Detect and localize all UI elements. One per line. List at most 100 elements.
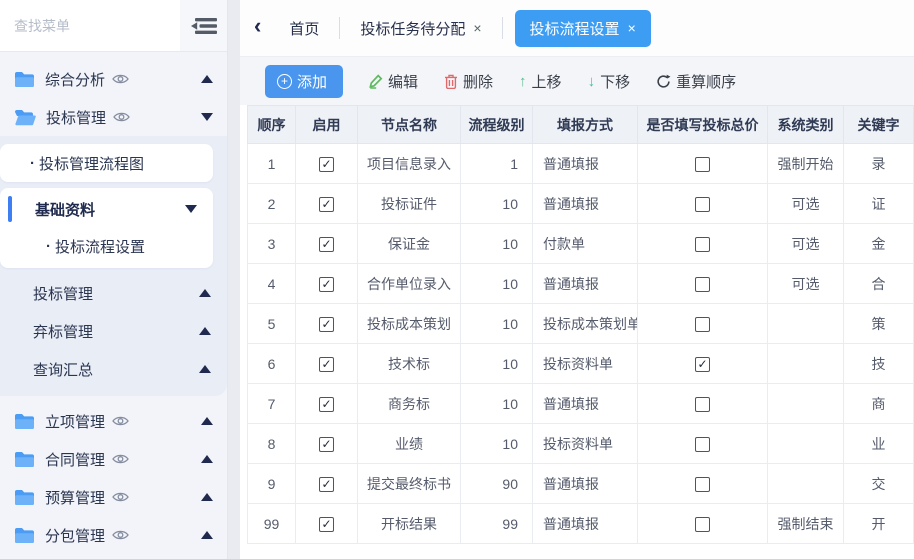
enabled-checkbox[interactable]: ✓ xyxy=(319,277,334,292)
table-row[interactable]: 8✓业绩10投标资料单✓业 xyxy=(248,424,914,464)
cell-order: 2 xyxy=(248,184,296,224)
tab-bid-flow-setting[interactable]: 投标流程设置 × xyxy=(515,10,651,47)
total-price-checkbox[interactable]: ✓ xyxy=(695,477,710,492)
total-price-checkbox[interactable]: ✓ xyxy=(695,237,710,252)
chevron-down-icon xyxy=(201,113,213,121)
enabled-checkbox[interactable]: ✓ xyxy=(319,477,334,492)
chevron-up-icon xyxy=(199,327,211,335)
sidebar-item-base-data[interactable]: 基础资料 xyxy=(0,188,213,230)
active-section-indicator xyxy=(8,196,12,222)
eye-icon[interactable] xyxy=(113,111,130,123)
sidebar-item-budget-management[interactable]: 预算管理 xyxy=(0,478,227,516)
enabled-checkbox[interactable]: ✓ xyxy=(319,237,334,252)
cell-system-type xyxy=(768,384,844,424)
table-row[interactable]: 7✓商务标10普通填报✓商 xyxy=(248,384,914,424)
cell-system-type xyxy=(768,424,844,464)
table-row[interactable]: 99✓开标结果99普通填报✓强制结束开 xyxy=(248,504,914,544)
move-down-button[interactable]: ↓ 下移 xyxy=(588,71,631,92)
cell-node-name: 业绩 xyxy=(358,424,461,464)
recalculate-order-button[interactable]: 重算顺序 xyxy=(656,71,736,92)
enabled-checkbox[interactable]: ✓ xyxy=(319,157,334,172)
cell-flow-level: 10 xyxy=(461,184,533,224)
table-header-row: 顺序 启用 节点名称 流程级别 填报方式 是否填写投标总价 系统类别 关键字 xyxy=(248,106,914,144)
total-price-checkbox[interactable]: ✓ xyxy=(695,317,710,332)
total-price-checkbox[interactable]: ✓ xyxy=(695,397,710,412)
cell-enabled: ✓ xyxy=(296,384,358,424)
total-price-checkbox[interactable]: ✓ xyxy=(695,197,710,212)
sidebar-item-bid-flow-setting[interactable]: 投标流程设置 xyxy=(0,230,213,268)
enabled-checkbox[interactable]: ✓ xyxy=(319,397,334,412)
enabled-checkbox[interactable]: ✓ xyxy=(319,197,334,212)
plus-circle-icon: + xyxy=(277,74,292,89)
sidebar-collapse-button[interactable] xyxy=(180,0,227,51)
cell-keyword: 合 xyxy=(844,264,914,304)
sidebar-item-bid-manage-sub[interactable]: 投标管理 xyxy=(0,274,227,312)
cell-order: 7 xyxy=(248,384,296,424)
table-row[interactable]: 5✓投标成本策划10投标成本策划单✓策 xyxy=(248,304,914,344)
enabled-checkbox[interactable]: ✓ xyxy=(319,517,334,532)
table-row[interactable]: 2✓投标证件10普通填报✓可选证 xyxy=(248,184,914,224)
eye-icon[interactable] xyxy=(112,415,129,427)
chevron-up-icon xyxy=(201,75,213,83)
total-price-checkbox[interactable]: ✓ xyxy=(695,277,710,292)
cell-system-type: 可选 xyxy=(768,184,844,224)
sidebar-item-contract-management[interactable]: 合同管理 xyxy=(0,440,227,478)
cell-keyword: 金 xyxy=(844,224,914,264)
table-row[interactable]: 1✓项目信息录入1普通填报✓强制开始录 xyxy=(248,144,914,184)
enabled-checkbox[interactable]: ✓ xyxy=(319,357,334,372)
tab-bid-task-assign[interactable]: 投标任务待分配 × xyxy=(346,10,495,47)
eye-icon[interactable] xyxy=(112,73,129,85)
add-button[interactable]: + 添加 xyxy=(265,65,343,98)
cell-keyword: 策 xyxy=(844,304,914,344)
enabled-checkbox[interactable]: ✓ xyxy=(319,317,334,332)
sidebar-item-query-summary[interactable]: 查询汇总 xyxy=(0,350,227,388)
enabled-checkbox[interactable]: ✓ xyxy=(319,437,334,452)
total-price-checkbox[interactable]: ✓ xyxy=(695,157,710,172)
move-up-button[interactable]: ↑ 上移 xyxy=(519,71,562,92)
table-row[interactable]: 3✓保证金10付款单✓可选金 xyxy=(248,224,914,264)
cell-total-price: ✓ xyxy=(638,344,768,384)
sidebar-item-bid-management[interactable]: 投标管理 xyxy=(0,98,227,136)
cell-order: 9 xyxy=(248,464,296,504)
sidebar-item-subcontract-management[interactable]: 分包管理 xyxy=(0,516,227,554)
total-price-checkbox[interactable]: ✓ xyxy=(695,517,710,532)
table-row[interactable]: 6✓技术标10投标资料单✓技 xyxy=(248,344,914,384)
sidebar-item-bid-flow-chart[interactable]: 投标管理流程图 xyxy=(0,144,213,182)
tab-home[interactable]: 首页 xyxy=(275,10,333,47)
sidebar-item-label: 综合分析 xyxy=(45,69,105,90)
cell-node-name: 开标结果 xyxy=(358,504,461,544)
total-price-checkbox[interactable]: ✓ xyxy=(695,437,710,452)
delete-button[interactable]: 删除 xyxy=(444,71,493,92)
cell-order: 3 xyxy=(248,224,296,264)
submenu-card: 基础资料 投标流程设置 xyxy=(0,188,213,268)
cell-flow-level: 10 xyxy=(461,304,533,344)
sidebar-item-comprehensive-analysis[interactable]: 综合分析 xyxy=(0,60,227,98)
cell-total-price: ✓ xyxy=(638,184,768,224)
tabs-back-button[interactable]: ‹ xyxy=(248,15,275,41)
cell-enabled: ✓ xyxy=(296,304,358,344)
sidebar-item-project-management[interactable]: 立项管理 xyxy=(0,402,227,440)
cell-total-price: ✓ xyxy=(638,424,768,464)
eye-icon[interactable] xyxy=(112,453,129,465)
cell-total-price: ✓ xyxy=(638,144,768,184)
eye-icon[interactable] xyxy=(112,491,129,503)
table-row[interactable]: 9✓提交最终标书90普通填报✓交 xyxy=(248,464,914,504)
close-tab-icon[interactable]: × xyxy=(473,20,481,36)
edit-button[interactable]: 编辑 xyxy=(369,71,418,92)
chevron-up-icon xyxy=(199,365,211,373)
cell-total-price: ✓ xyxy=(638,384,768,424)
app-window: 综合分析 投标管理 xyxy=(0,0,914,559)
close-tab-icon[interactable]: × xyxy=(628,20,636,36)
total-price-checkbox[interactable]: ✓ xyxy=(695,357,710,372)
cell-keyword: 录 xyxy=(844,144,914,184)
column-header-enabled: 启用 xyxy=(296,106,358,144)
cell-enabled: ✓ xyxy=(296,504,358,544)
cell-fill-method: 投标成本策划单 xyxy=(533,304,638,344)
eye-icon[interactable] xyxy=(112,529,129,541)
column-header-order: 顺序 xyxy=(248,106,296,144)
table-row[interactable]: 4✓合作单位录入10普通填报✓可选合 xyxy=(248,264,914,304)
cell-fill-method: 普通填报 xyxy=(533,464,638,504)
chevron-up-icon xyxy=(201,493,213,501)
menu-search-input[interactable] xyxy=(14,18,164,34)
sidebar-item-abandon-manage[interactable]: 弃标管理 xyxy=(0,312,227,350)
